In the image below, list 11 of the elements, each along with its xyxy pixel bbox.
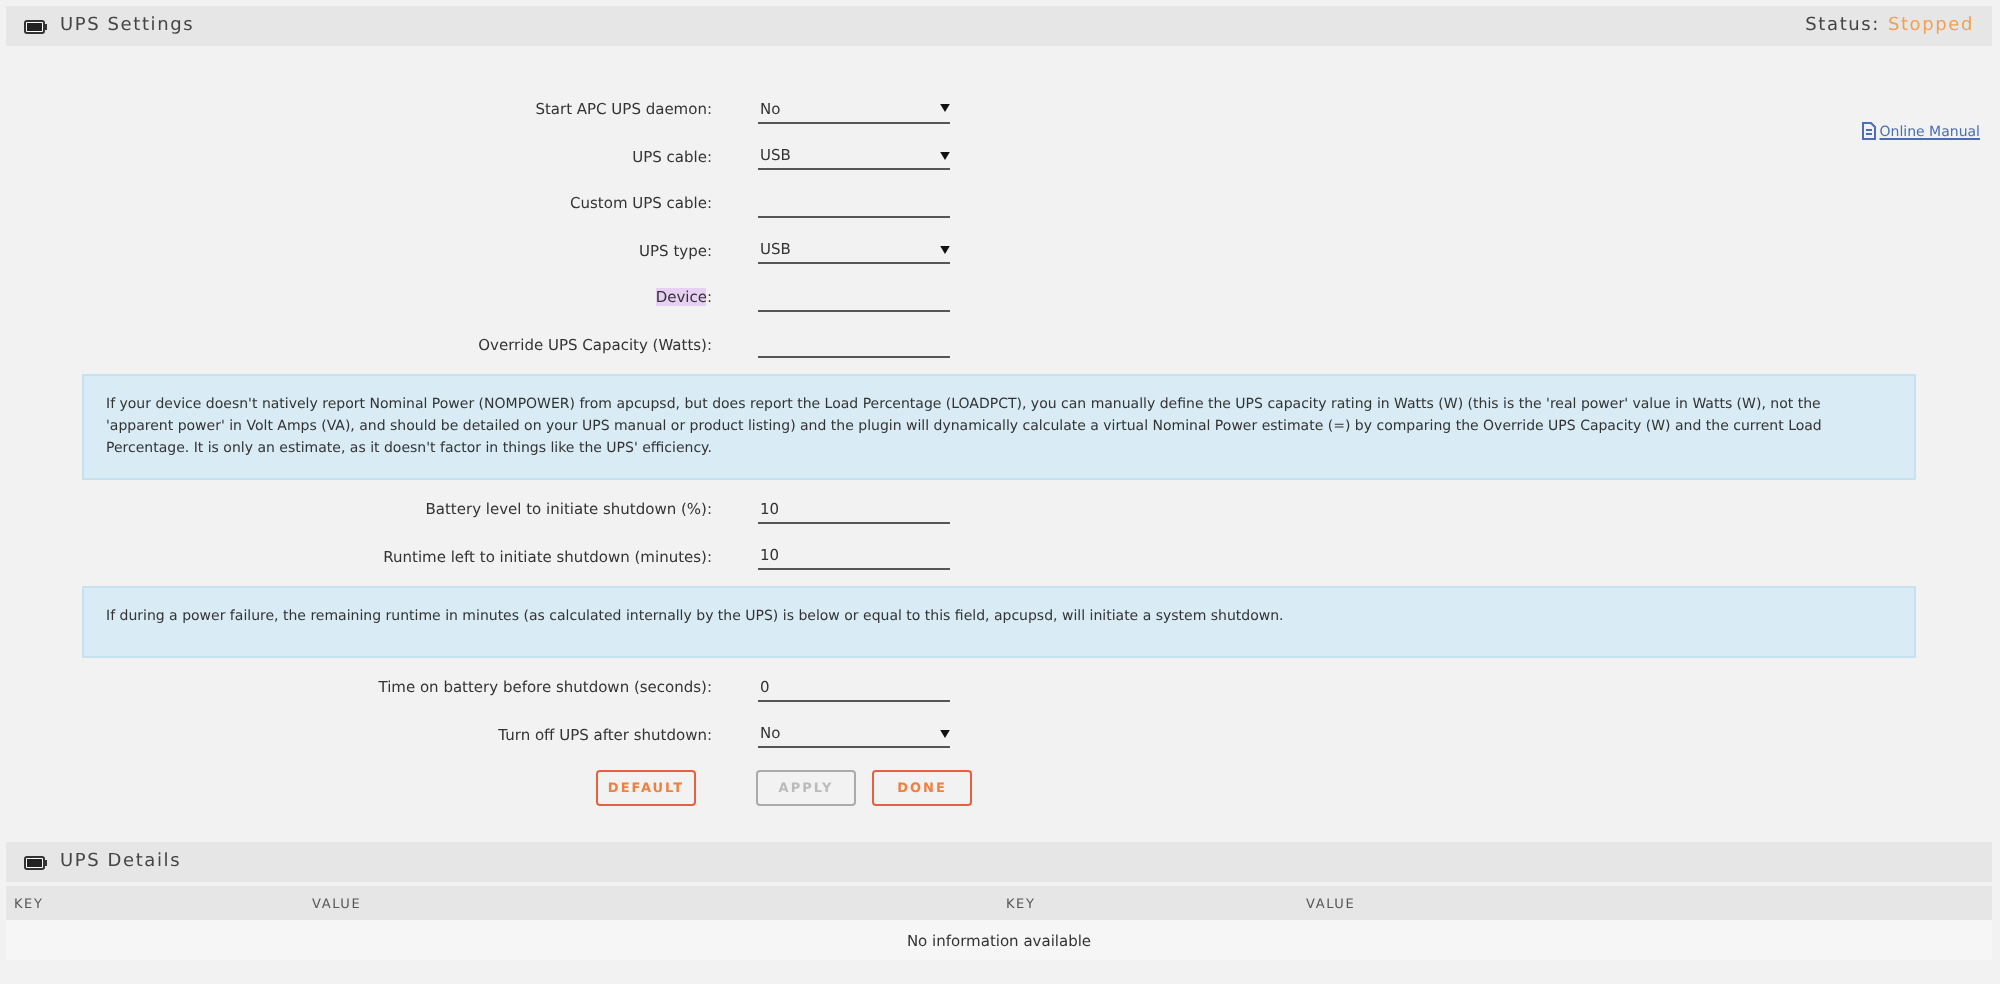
battery-icon (24, 855, 48, 869)
status-value: Stopped (1887, 16, 1974, 36)
caret-icon (940, 245, 950, 254)
panel-title: UPS Details (60, 852, 182, 872)
caret-icon (940, 151, 950, 160)
status-label: Status: (1805, 16, 1880, 36)
battery-icon (24, 19, 48, 33)
panel-title: UPS Settings (60, 16, 195, 36)
caret-icon (940, 729, 950, 738)
caret-icon (940, 104, 950, 113)
document-icon (1861, 122, 1876, 140)
